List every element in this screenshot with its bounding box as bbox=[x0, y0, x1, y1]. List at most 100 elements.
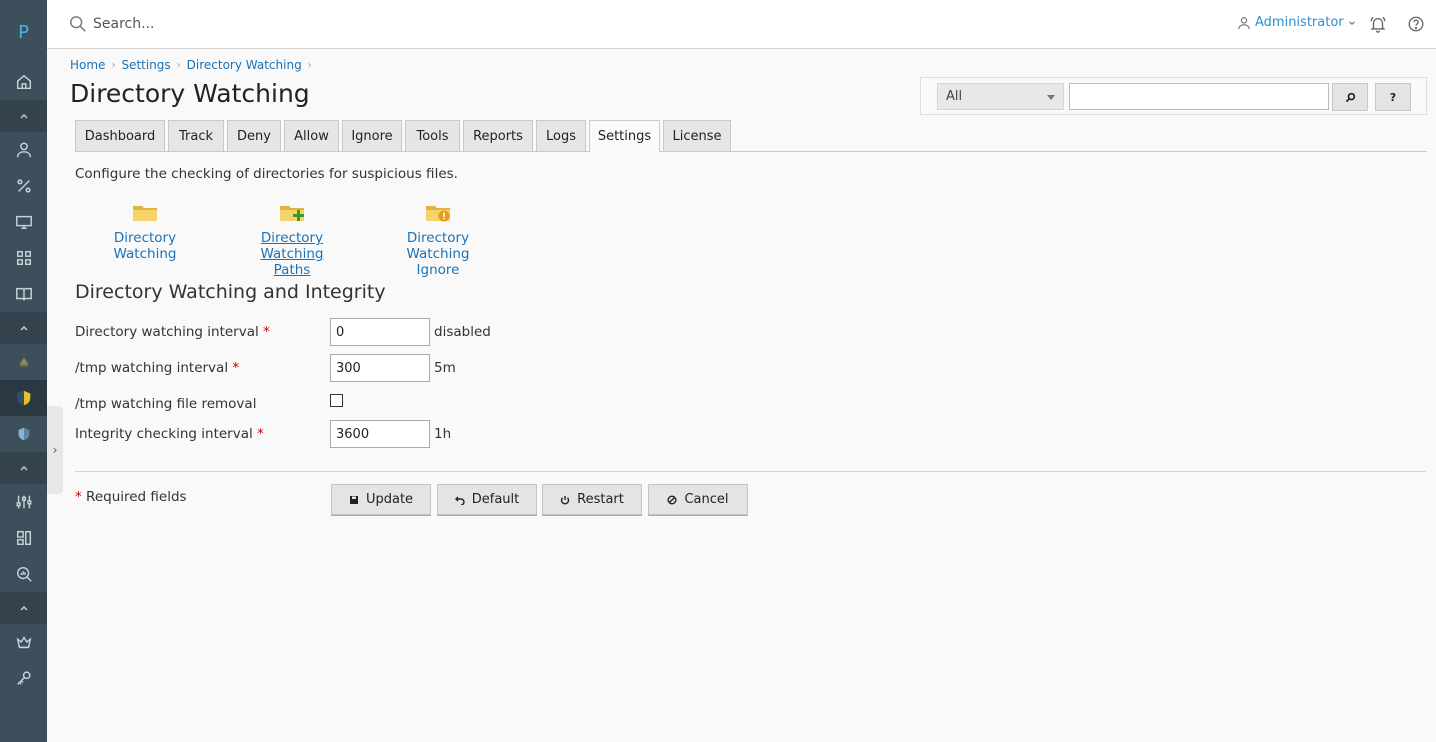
undo-icon bbox=[454, 496, 465, 505]
required-marker: * bbox=[263, 324, 270, 340]
grid-icon[interactable] bbox=[0, 240, 47, 276]
cancel-button[interactable]: Cancel bbox=[648, 484, 748, 515]
book-icon[interactable] bbox=[0, 276, 47, 312]
folder-add-icon bbox=[280, 206, 304, 221]
tmp-watching-file-removal-checkbox[interactable] bbox=[330, 394, 343, 407]
folder-warning-icon bbox=[426, 206, 450, 222]
chevron-right-icon: › bbox=[111, 59, 116, 71]
breadcrumb-directory-watching[interactable]: Directory Watching bbox=[187, 58, 302, 72]
filter-search-input[interactable] bbox=[1069, 83, 1329, 110]
shortcut-directory-watching-ignore[interactable]: Directory Watching Ignore bbox=[374, 200, 502, 278]
chevron-up-icon[interactable] bbox=[0, 452, 47, 484]
crown-icon[interactable] bbox=[0, 624, 47, 660]
tab-dashboard[interactable]: Dashboard bbox=[75, 120, 165, 151]
search-chart-icon[interactable] bbox=[0, 556, 47, 592]
gnome-icon[interactable] bbox=[0, 344, 47, 380]
directory-watching-interval-input[interactable] bbox=[330, 318, 430, 346]
tab-ignore[interactable]: Ignore bbox=[342, 120, 402, 151]
required-marker: * bbox=[257, 426, 264, 442]
shortcut-label: Directory Watching bbox=[113, 230, 177, 262]
field-label-text: Integrity checking interval bbox=[75, 426, 253, 442]
integrity-checking-interval-input[interactable] bbox=[330, 420, 430, 448]
field-label-tmp-watching-interval: /tmp watching interval * bbox=[75, 360, 239, 376]
home-icon[interactable] bbox=[0, 64, 47, 100]
top-bar: Administrator bbox=[47, 0, 1436, 49]
power-icon bbox=[560, 495, 570, 504]
tab-bar: Dashboard Track Deny Allow Ignore Tools … bbox=[75, 120, 1427, 152]
notifications-icon[interactable] bbox=[1369, 15, 1387, 33]
divider bbox=[75, 471, 1426, 472]
monitor-icon[interactable] bbox=[0, 204, 47, 240]
chevron-up-icon[interactable] bbox=[0, 592, 47, 624]
shortcut-directory-watching-paths[interactable]: Directory Watching Paths bbox=[228, 200, 356, 278]
sidebar-expand-toggle[interactable]: › bbox=[47, 406, 63, 494]
user-icon[interactable] bbox=[0, 132, 47, 168]
breadcrumb-settings[interactable]: Settings bbox=[121, 58, 170, 72]
chevron-up-icon[interactable] bbox=[0, 312, 47, 344]
tab-logs[interactable]: Logs bbox=[536, 120, 586, 151]
tab-tools[interactable]: Tools bbox=[405, 120, 460, 151]
shortcut-directory-watching[interactable]: Directory Watching bbox=[82, 200, 208, 262]
filter-select-value: All bbox=[946, 89, 963, 104]
shield-small-icon[interactable] bbox=[0, 416, 47, 452]
field-label-tmp-watching-file-removal: /tmp watching file removal bbox=[75, 396, 256, 412]
tab-reports[interactable]: Reports bbox=[463, 120, 533, 151]
restart-button[interactable]: Restart bbox=[542, 484, 642, 515]
required-fields-text: Required fields bbox=[86, 489, 187, 505]
cancel-icon bbox=[667, 495, 677, 504]
tab-allow[interactable]: Allow bbox=[284, 120, 339, 151]
shortcut-label-line2: Ignore bbox=[416, 262, 460, 278]
shortcut-label-line2: Paths bbox=[273, 262, 311, 278]
filter-search-box: All ? bbox=[920, 77, 1427, 115]
breadcrumb-home[interactable]: Home bbox=[70, 58, 105, 72]
required-marker: * bbox=[232, 360, 240, 376]
required-fields-note: * Required fields bbox=[75, 489, 187, 505]
breadcrumb: Home › Settings › Directory Watching › bbox=[70, 58, 312, 72]
save-icon bbox=[349, 495, 358, 504]
tab-deny[interactable]: Deny bbox=[227, 120, 281, 151]
shortcut-label: Directory Watching bbox=[406, 230, 470, 262]
filter-help-button[interactable]: ? bbox=[1375, 83, 1411, 111]
default-button[interactable]: Default bbox=[437, 484, 537, 515]
filter-search-button[interactable] bbox=[1332, 83, 1368, 111]
filter-select[interactable]: All bbox=[937, 83, 1064, 110]
sliders-icon[interactable] bbox=[0, 484, 47, 520]
update-button-label: Update bbox=[365, 492, 414, 507]
chevron-up-icon[interactable] bbox=[0, 100, 47, 132]
shortcut-label: Directory Watching bbox=[260, 230, 324, 262]
chevron-down-icon bbox=[1348, 20, 1355, 25]
tab-settings[interactable]: Settings bbox=[589, 120, 660, 152]
tab-license[interactable]: License bbox=[663, 120, 731, 151]
section-title: Directory Watching and Integrity bbox=[75, 281, 386, 303]
page-description: Configure the checking of directories fo… bbox=[75, 166, 458, 182]
cancel-button-label: Cancel bbox=[684, 492, 729, 507]
restart-button-label: Restart bbox=[577, 492, 624, 507]
default-button-label: Default bbox=[471, 492, 520, 507]
search-icon bbox=[70, 16, 86, 32]
percent-icon[interactable] bbox=[0, 168, 47, 204]
tmp-watching-interval-input[interactable] bbox=[330, 354, 430, 382]
left-sidebar: P bbox=[0, 0, 47, 742]
field-unit: 5m bbox=[434, 360, 456, 376]
layout-icon[interactable] bbox=[0, 520, 47, 556]
tab-track[interactable]: Track bbox=[168, 120, 224, 151]
app-logo[interactable]: P bbox=[0, 14, 47, 50]
folder-icon bbox=[133, 206, 157, 221]
help-icon[interactable] bbox=[1407, 15, 1425, 33]
global-search-input[interactable] bbox=[93, 12, 693, 36]
key-icon[interactable] bbox=[0, 660, 47, 696]
user-icon bbox=[1238, 16, 1250, 29]
field-label-text: /tmp watching file removal bbox=[75, 396, 257, 412]
chevron-right-icon: › bbox=[176, 59, 181, 71]
update-button[interactable]: Update bbox=[331, 484, 431, 515]
field-label-text: /tmp watching interval bbox=[75, 360, 229, 376]
field-unit: 1h bbox=[434, 426, 452, 442]
field-unit: disabled bbox=[434, 324, 491, 340]
user-name: Administrator bbox=[1255, 15, 1344, 30]
required-marker: * bbox=[75, 489, 82, 505]
shield-icon[interactable] bbox=[0, 380, 47, 416]
user-menu[interactable]: Administrator bbox=[1237, 15, 1356, 30]
chevron-right-icon: › bbox=[307, 59, 312, 71]
page-title: Directory Watching bbox=[70, 79, 310, 108]
field-label-directory-watching-interval: Directory watching interval * bbox=[75, 324, 270, 340]
